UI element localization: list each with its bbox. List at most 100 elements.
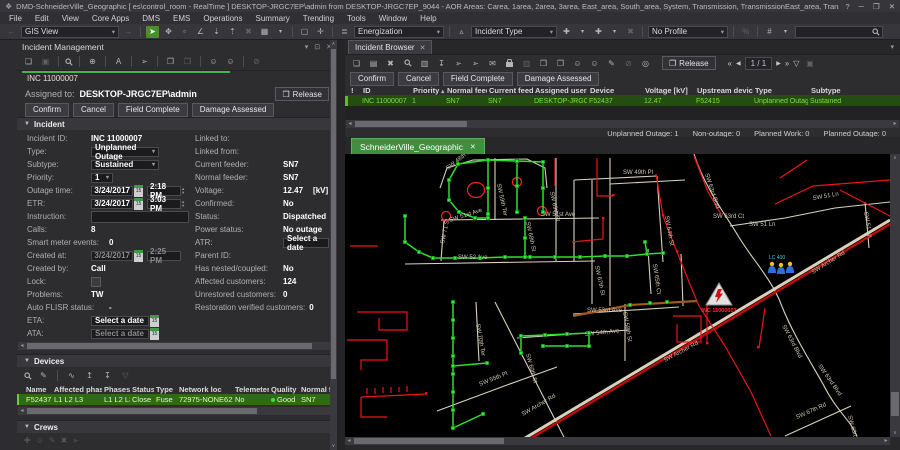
scroll-right-icon[interactable]: ▸ <box>882 437 890 445</box>
map-hscrollbar[interactable]: ◂ ▸ <box>345 437 890 445</box>
calendar-icon[interactable]: 15 <box>150 315 159 327</box>
paste-icon[interactable]: ❐ <box>181 56 194 68</box>
restore-button[interactable]: ❐ <box>873 2 880 11</box>
calendar-icon[interactable]: 15 <box>134 198 143 210</box>
section-incident[interactable]: ▼Incident <box>17 117 337 130</box>
crew-symbol[interactable]: LC 400 <box>768 255 794 274</box>
scroll-down-icon[interactable]: ∨ <box>330 442 337 450</box>
atr-date-input[interactable]: Select a date <box>283 238 329 248</box>
scroll-up-icon[interactable]: ∧ <box>330 40 337 48</box>
view-select[interactable]: GIS View▾ <box>21 26 119 38</box>
export-icon[interactable]: ↧ <box>435 57 448 69</box>
menu-file[interactable]: File <box>9 14 22 23</box>
cancel-button[interactable]: Cancel <box>398 72 439 86</box>
etr-date-input[interactable]: 3/24/2017 <box>91 199 133 209</box>
add-view-chevron-icon[interactable]: ▾ <box>608 26 621 38</box>
confirm-button[interactable]: Confirm <box>25 103 69 117</box>
remove-crew-icon[interactable]: ✖ <box>61 436 68 445</box>
delete-incident-icon[interactable]: ✖ <box>384 57 397 69</box>
menu-window[interactable]: Window <box>379 14 407 23</box>
view-options-icon[interactable]: ◎ <box>639 57 652 69</box>
damage-assessed-button[interactable]: Damage Assessed <box>517 72 600 86</box>
dispatch-alt-icon[interactable]: ➢ <box>469 57 482 69</box>
add-bookmark-icon[interactable]: ✚ <box>560 26 573 38</box>
copy-icon[interactable]: ❐ <box>537 57 550 69</box>
cancel-incident-icon[interactable]: ⊘ <box>250 56 263 68</box>
mail-icon[interactable]: ✉ <box>486 57 499 69</box>
first-page-icon[interactable]: « <box>728 59 732 68</box>
last-page-icon[interactable]: » <box>785 59 789 68</box>
lock-checkbox[interactable] <box>91 277 101 287</box>
field-complete-button[interactable]: Field Complete <box>118 103 188 117</box>
filter-icon[interactable]: ▽ <box>119 370 132 382</box>
paste-icon[interactable]: ❐ <box>554 57 567 69</box>
menu-core-apps[interactable]: Core Apps <box>92 14 129 23</box>
network-view-icon[interactable]: ⊕ <box>86 56 99 68</box>
new-window-icon[interactable]: ▢ <box>298 26 311 38</box>
next-page-icon[interactable]: ▶ <box>776 60 781 67</box>
panel-splitter[interactable] <box>337 40 345 450</box>
minimize-button[interactable]: ─ <box>859 2 864 11</box>
menu-ems[interactable]: EMS <box>173 14 190 23</box>
search-icon[interactable] <box>872 28 880 36</box>
release-button[interactable]: ❐Release <box>275 87 329 101</box>
save-icon[interactable]: ▣ <box>39 56 52 68</box>
menu-operations[interactable]: Operations <box>203 14 242 23</box>
release-button[interactable]: ❐Release <box>662 56 716 70</box>
assign-crew-icon[interactable]: ☺ <box>207 56 220 68</box>
hash-icon[interactable]: # <box>763 26 776 38</box>
tab-schneiderville-geographic[interactable]: SchneiderVille_Geographic✕ <box>351 138 485 154</box>
dispatch-icon[interactable]: ➢ <box>452 57 465 69</box>
open-incident-icon[interactable]: ▤ <box>367 57 380 69</box>
scroll-left-icon[interactable]: ◂ <box>345 437 353 445</box>
energization-select[interactable]: Energization▾ <box>354 26 444 38</box>
quick-search-input[interactable] <box>798 26 872 37</box>
add-crew-icon[interactable]: ✚ <box>24 436 31 445</box>
etr-time-input[interactable]: 3:03 PM <box>147 199 181 209</box>
map-canvas[interactable]: SW 48th Pl SW 59th Ter SW 51st Ave SW 51… <box>345 154 890 437</box>
search-icon[interactable] <box>401 57 414 69</box>
measure-tool-icon[interactable]: ∠ <box>194 26 207 38</box>
menu-tools[interactable]: Tools <box>347 14 366 23</box>
select-tool-icon[interactable]: ➤ <box>146 26 159 38</box>
dispatch-icon[interactable]: ➢ <box>138 56 151 68</box>
search-icon[interactable] <box>65 58 73 66</box>
edit-device-icon[interactable]: ✎ <box>37 370 50 382</box>
add-bookmark-chevron-icon[interactable]: ▾ <box>576 26 589 38</box>
new-incident-icon[interactable]: ❏ <box>22 56 35 68</box>
remove-view-icon[interactable]: ✖ <box>624 26 637 38</box>
release-crew-icon[interactable]: ☺ <box>224 56 237 68</box>
section-devices[interactable]: ▼Devices <box>17 354 337 367</box>
profile-select[interactable]: No Profile▾ <box>648 26 728 38</box>
eta-date-input[interactable]: Select a date <box>91 316 149 326</box>
scroll-left-icon[interactable]: ◂ <box>346 120 354 128</box>
move-up-icon[interactable]: ↥ <box>83 370 96 382</box>
section-crews[interactable]: ▼Crews <box>17 420 337 433</box>
copy-icon[interactable]: ❐ <box>164 56 177 68</box>
menu-edit[interactable]: Edit <box>35 14 49 23</box>
menu-view[interactable]: View <box>62 14 79 23</box>
filter-icon[interactable]: ▽ <box>793 59 799 68</box>
telemetry-icon[interactable]: ∿ <box>65 370 78 382</box>
pan-tool-icon[interactable]: ✥ <box>162 26 175 38</box>
forward-icon[interactable]: → <box>122 26 135 38</box>
recenter-icon[interactable]: ✛ <box>314 26 327 38</box>
save-filter-icon[interactable]: ▣ <box>803 57 816 69</box>
dispatch-crew-icon[interactable]: ➢ <box>72 436 79 445</box>
menu-help[interactable]: Help <box>420 14 436 23</box>
device-row[interactable]: F52437L1 L2 L3L1 L2 L3CloseFuse72975-NON… <box>17 394 337 405</box>
panel-vscrollbar[interactable]: ∧ ∨ <box>330 40 337 450</box>
edit-crew-icon[interactable]: ✎ <box>49 436 56 445</box>
scroll-up-icon[interactable]: ∧ <box>890 154 900 162</box>
layers-chevron-icon[interactable]: ▾ <box>274 26 287 38</box>
field-complete-button[interactable]: Field Complete <box>443 72 513 86</box>
time-stepper[interactable]: ▴▾ <box>182 200 184 208</box>
form-hscrollbar[interactable]: ◂ ▸ <box>18 342 336 350</box>
help-button[interactable]: ? <box>845 2 849 11</box>
crew-icon[interactable]: ☺ <box>36 436 44 445</box>
assign-crew-icon[interactable]: ☺ <box>571 57 584 69</box>
priority-select[interactable]: 1▾ <box>91 173 113 183</box>
scroll-left-icon[interactable]: ◂ <box>18 342 26 350</box>
priority-column-header[interactable]: Priority▴ <box>411 86 445 95</box>
incident-type-select[interactable]: Incident Type▾ <box>471 26 557 38</box>
